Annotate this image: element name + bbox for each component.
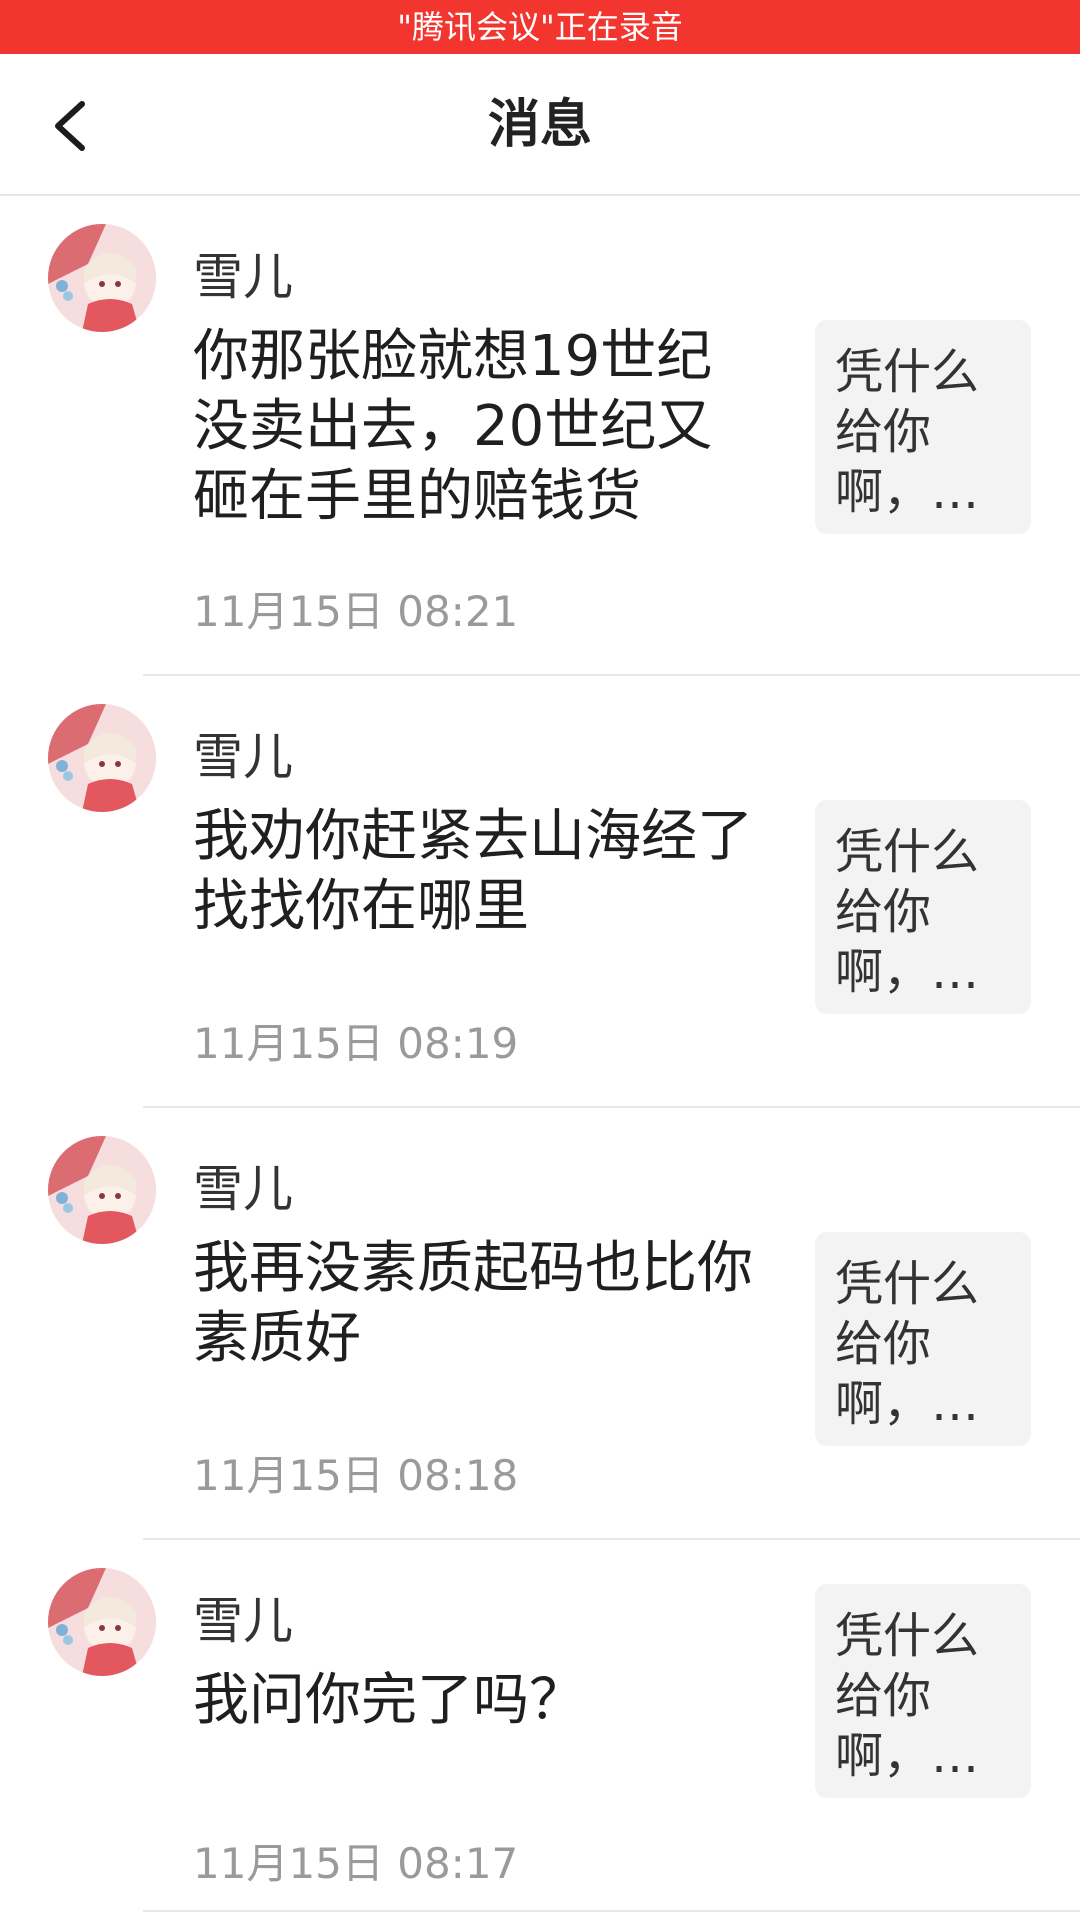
divider	[143, 1910, 1080, 1912]
page-title: 消息	[487, 95, 592, 155]
message-text: 我劝你赶紧去山海经了找找你在哪里	[193, 804, 753, 939]
nav-bar: 消息	[0, 54, 1080, 196]
avatar[interactable]	[48, 704, 156, 812]
message-text: 我再没素质起码也比你素质好	[193, 1236, 753, 1371]
message-timestamp: 11月15日 08:21	[193, 587, 519, 636]
avatar[interactable]	[48, 1136, 156, 1244]
message-item[interactable]: 雪儿 我劝你赶紧去山海经了找找你在哪里 11月15日 08:19 凭什么给你啊，…	[0, 676, 1080, 1108]
avatar[interactable]	[48, 224, 156, 332]
sender-name: 雪儿	[193, 1592, 293, 1650]
sender-name: 雪儿	[193, 728, 293, 786]
recording-status-text: "腾讯会议"正在录音	[397, 8, 683, 46]
message-text: 你那张脸就想19世纪没卖出去，20世纪又砸在手里的赔钱货	[193, 324, 713, 529]
message-list: 雪儿 你那张脸就想19世纪没卖出去，20世纪又砸在手里的赔钱货 11月15日 0…	[0, 196, 1080, 1912]
message-text: 我问你完了吗？	[193, 1668, 585, 1733]
quoted-comment-preview[interactable]: 凭什么给你啊，…	[815, 320, 1031, 534]
quoted-comment-preview[interactable]: 凭什么给你啊，…	[815, 1232, 1031, 1446]
message-timestamp: 11月15日 08:17	[193, 1839, 519, 1888]
sender-name: 雪儿	[193, 248, 293, 306]
sender-name: 雪儿	[193, 1160, 293, 1218]
message-timestamp: 11月15日 08:19	[193, 1019, 519, 1068]
message-item[interactable]: 雪儿 我问你完了吗？ 11月15日 08:17 凭什么给你啊，…	[0, 1540, 1080, 1912]
message-timestamp: 11月15日 08:18	[193, 1451, 519, 1500]
message-item[interactable]: 雪儿 你那张脸就想19世纪没卖出去，20世纪又砸在手里的赔钱货 11月15日 0…	[0, 196, 1080, 676]
message-item[interactable]: 雪儿 我再没素质起码也比你素质好 11月15日 08:18 凭什么给你啊，…	[0, 1108, 1080, 1540]
quoted-comment-preview[interactable]: 凭什么给你啊，…	[815, 1584, 1031, 1798]
avatar[interactable]	[48, 1568, 156, 1676]
recording-status-banner[interactable]: "腾讯会议"正在录音	[0, 0, 1080, 54]
quoted-comment-preview[interactable]: 凭什么给你啊，…	[815, 800, 1031, 1014]
